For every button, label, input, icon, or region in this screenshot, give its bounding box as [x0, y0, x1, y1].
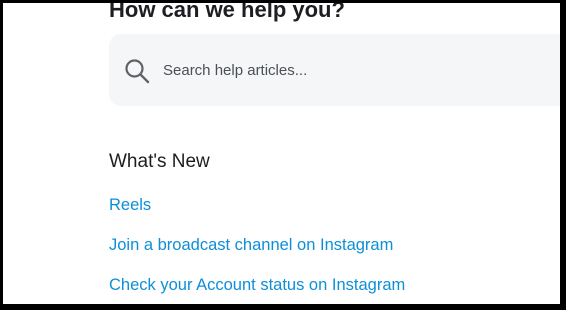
link-account-status[interactable]: Check your Account status on Instagram [109, 274, 405, 296]
help-center-page: How can we help you? What's New Reels Jo… [3, 3, 560, 304]
whats-new-heading: What's New [109, 151, 210, 172]
search-input[interactable] [163, 56, 543, 84]
link-reels[interactable]: Reels [109, 194, 151, 216]
search-bar[interactable] [109, 34, 560, 106]
search-icon [125, 59, 150, 84]
link-broadcast-channel[interactable]: Join a broadcast channel on Instagram [109, 234, 393, 256]
page-title: How can we help you? [109, 3, 345, 22]
